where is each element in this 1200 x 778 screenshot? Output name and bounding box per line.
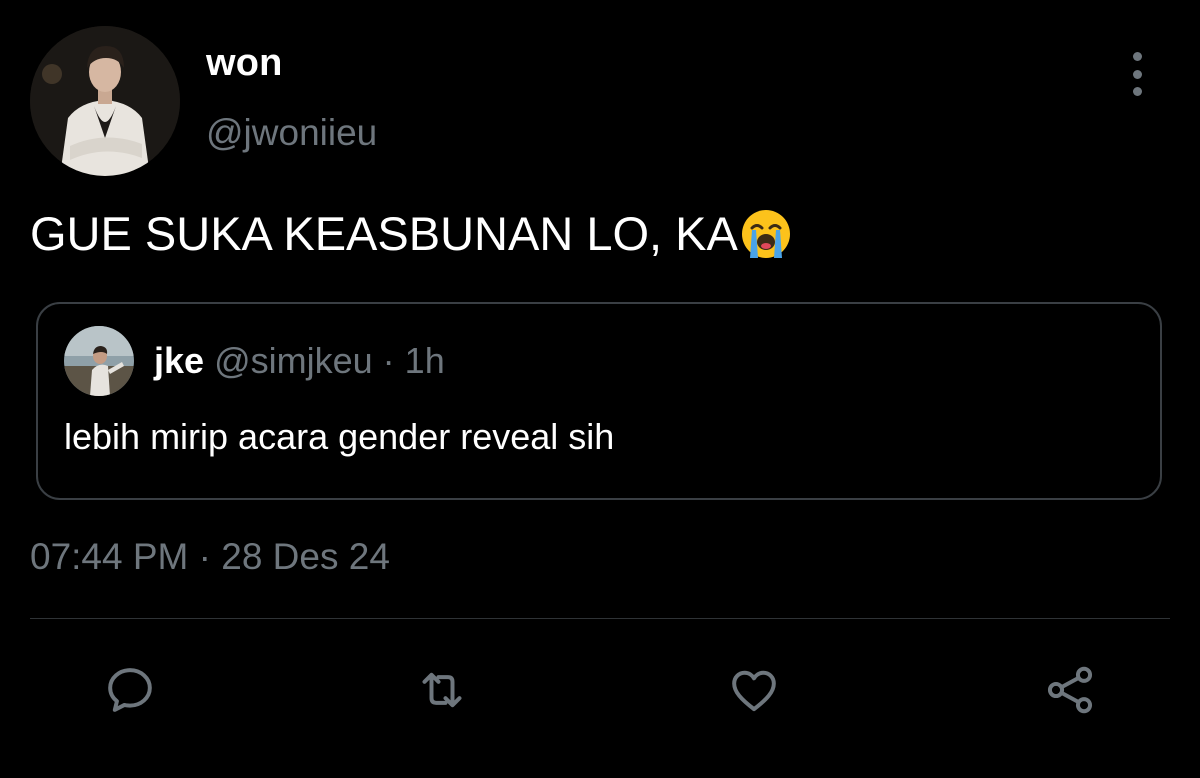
quoted-tweet[interactable]: jke @simjkeu · 1h lebih mirip acara gend… xyxy=(36,302,1162,500)
quoted-author-handle: @simjkeu xyxy=(214,340,373,381)
more-dot xyxy=(1132,52,1142,61)
quoted-separator: · xyxy=(382,340,395,381)
more-dot xyxy=(1132,69,1142,79)
quoted-time-ago: 1h xyxy=(404,340,445,381)
divider xyxy=(30,618,1170,619)
retweet-icon xyxy=(422,672,462,708)
quoted-avatar-image xyxy=(64,326,134,396)
tweet-text: GUE SUKA KEASBUNAN LO, KA xyxy=(30,206,792,271)
quoted-tweet-text: lebih mirip acara gender reveal sih xyxy=(64,416,615,457)
tweet-text-content: GUE SUKA KEASBUNAN LO, KA xyxy=(30,207,738,260)
author-avatar-image xyxy=(30,26,180,176)
quoted-tweet-header: jke @simjkeu · 1h xyxy=(154,340,445,382)
author-display-name[interactable]: won xyxy=(206,42,283,85)
author-avatar[interactable] xyxy=(30,26,180,176)
quoted-author-avatar xyxy=(64,326,134,396)
retweet-button[interactable] xyxy=(412,660,472,720)
more-options-icon[interactable] xyxy=(1122,52,1152,96)
share-button[interactable] xyxy=(1040,660,1100,720)
heart-icon xyxy=(732,670,776,712)
quoted-author-display-name: jke xyxy=(154,340,205,381)
reply-icon xyxy=(108,668,152,712)
author-handle[interactable]: @jwoniieu xyxy=(206,112,377,154)
reply-button[interactable] xyxy=(100,660,160,720)
loudly-crying-face-emoji xyxy=(740,208,792,271)
tweet: won @jwoniieu GUE SUKA KEASBUNAN LO, KA xyxy=(0,0,1200,778)
tweet-timestamp[interactable]: 07:44 PM · 28 Des 24 xyxy=(30,536,390,578)
more-dot xyxy=(1132,87,1142,96)
share-icon xyxy=(1047,666,1093,714)
like-button[interactable] xyxy=(724,660,784,720)
